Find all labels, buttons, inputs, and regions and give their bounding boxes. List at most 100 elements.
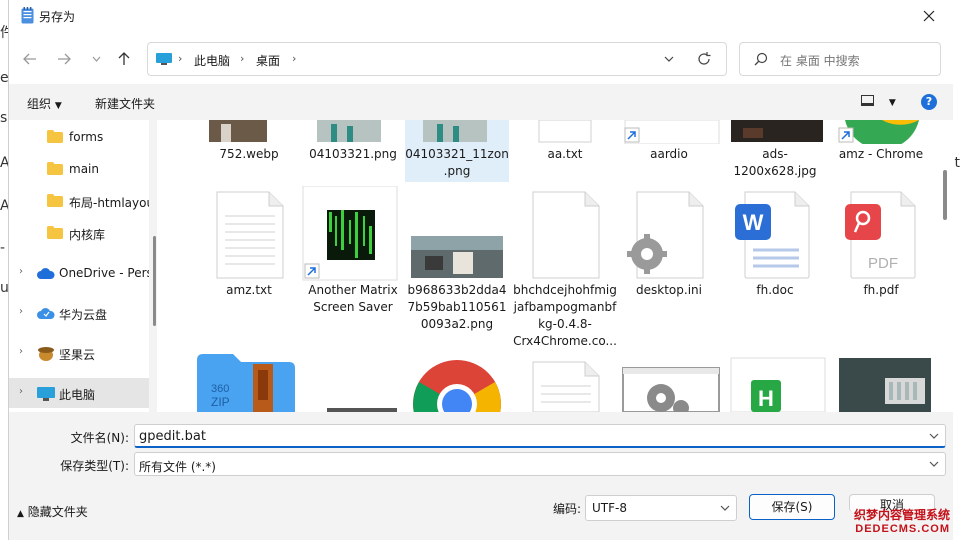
chevron-right-icon[interactable]: › [19, 386, 23, 397]
file-item[interactable]: b968633b2dda47b59bab1105610093a2.png [405, 190, 509, 340]
save-button[interactable]: 保存(S) [749, 494, 835, 520]
file-name: aa.txt [547, 147, 583, 161]
chevron-down-icon[interactable] [929, 433, 939, 439]
chevron-down-icon [929, 461, 939, 467]
command-bar: 组织 ▼ 新建文件夹 ▼ ? [9, 84, 953, 120]
filename-field[interactable]: gpedit.bat [134, 424, 946, 448]
svg-text:ZIP: ZIP [211, 395, 230, 409]
folder-icon [47, 162, 63, 175]
sidebar-item-huawei-cloud[interactable]: › 华为云盘 [9, 298, 149, 328]
encoding-select[interactable]: UTF-8 [585, 495, 737, 521]
svg-text:360: 360 [211, 383, 229, 395]
sidebar-item-main[interactable]: main [9, 154, 149, 184]
encoding-value: UTF-8 [592, 501, 627, 515]
file-item[interactable]: ads-1200x628.jpg [723, 120, 827, 182]
settings-window-icon [622, 367, 720, 412]
image-thumbnail [317, 120, 381, 142]
sidebar-item-layout[interactable]: 布局-htmlayou [9, 186, 149, 216]
sidebar-item-label: OneDrive - Pers [59, 266, 149, 280]
breadcrumb-desktop[interactable]: 桌面 [256, 52, 280, 69]
html-file-icon: H [730, 357, 826, 412]
file-item[interactable]: W fh.doc [723, 190, 827, 310]
pc-icon [156, 53, 172, 65]
file-item[interactable]: bhchdcejhohfmigjafbampogmanbfkg-0.4.8-Cr… [513, 190, 617, 350]
search-box[interactable]: 在 桌面 中搜索 [739, 42, 941, 76]
sidebar-item-this-pc[interactable]: › 此电脑 [9, 378, 149, 408]
file-item[interactable] [301, 352, 405, 412]
cloud-icon [37, 268, 55, 279]
file-name: 752.webp [219, 147, 279, 161]
file-item[interactable]: 360 ZIP [197, 352, 301, 412]
hide-folders-toggle[interactable]: ▲ 隐藏文件夹 [17, 503, 88, 520]
chevron-right-icon: › [240, 52, 245, 65]
file-item[interactable]: amz.txt [197, 190, 301, 310]
file-item[interactable]: amz - Chrome [829, 120, 933, 170]
sidebar-item-label: 布局-htmlayou [69, 196, 149, 210]
file-name: amz - Chrome [838, 147, 924, 161]
text-file-icon [538, 120, 592, 143]
file-item[interactable]: PDF fh.pdf [829, 190, 933, 310]
file-item[interactable]: 04103321_11zon.png [405, 120, 509, 182]
file-item[interactable]: H [723, 352, 827, 412]
sidebar-item-label: 华为云盘 [59, 308, 108, 322]
sidebar-item-label: 内核库 [69, 228, 106, 242]
text-file-icon [216, 191, 284, 279]
arrow-right-icon [58, 53, 71, 65]
file-item[interactable]: desktop.ini [617, 190, 721, 310]
file-item[interactable]: Another Matrix Screen Saver [301, 186, 405, 316]
sidebar-item-forms[interactable]: forms [9, 122, 149, 152]
organize-button[interactable]: 组织 ▼ [27, 95, 62, 112]
chevron-right-icon[interactable]: › [19, 306, 23, 317]
organize-label: 组织 [27, 97, 52, 111]
file-list-scrollbar[interactable] [943, 170, 947, 220]
view-layout-icon [861, 95, 874, 106]
file-item[interactable] [829, 352, 933, 412]
image-thumbnail [209, 120, 267, 142]
file-name: bhchdcejhohfmigjafbampogmanbfkg-0.4.8-Cr… [513, 283, 617, 348]
chevron-down-icon[interactable] [664, 52, 674, 66]
close-button[interactable] [909, 2, 949, 30]
file-item[interactable] [617, 352, 721, 412]
back-button[interactable] [17, 46, 43, 72]
breadcrumb-this-pc[interactable]: 此电脑 [194, 52, 230, 69]
folder-icon [47, 194, 63, 207]
filename-input[interactable]: gpedit.bat [139, 429, 206, 444]
folder-icon [47, 226, 63, 239]
sidebar-item-label: forms [69, 130, 104, 144]
search-input[interactable]: 在 桌面 中搜索 [780, 52, 860, 69]
chevron-right-icon[interactable]: › [19, 266, 23, 277]
save-as-dialog: 另存为 › 此电脑 › 桌面 › 在 桌面 中搜索 组织 ▼ 新建文件夹 ▼ ?… [8, 0, 953, 540]
filetype-label: 保存类型(T): [60, 459, 129, 473]
view-options-button[interactable]: ▼ [861, 95, 896, 110]
file-item[interactable]: aa.txt [513, 120, 617, 170]
recent-locations-button[interactable] [83, 46, 109, 72]
sidebar-item-kernel-lib[interactable]: 内核库 [9, 218, 149, 248]
image-thumbnail [731, 120, 823, 142]
chevron-right-icon[interactable]: › [19, 346, 23, 357]
file-item[interactable] [513, 352, 617, 412]
sidebar-scrollbar[interactable] [153, 236, 156, 326]
sidebar-item-nut-cloud[interactable]: › 坚果云 [9, 338, 149, 368]
forward-button[interactable] [51, 46, 77, 72]
chevron-right-icon: › [292, 52, 297, 65]
navigation-bar: › 此电脑 › 桌面 › 在 桌面 中搜索 [9, 32, 953, 84]
up-button[interactable] [111, 46, 137, 72]
help-button[interactable]: ? [921, 94, 937, 110]
refresh-icon[interactable] [696, 51, 712, 67]
address-bar[interactable]: › 此电脑 › 桌面 › [147, 42, 727, 76]
pdf-document-icon: PDF [845, 191, 916, 279]
search-icon [754, 52, 768, 66]
dialog-footer: ▲ 隐藏文件夹 编码: UTF-8 保存(S) 取消 [9, 492, 953, 540]
navigation-pane: forms main 布局-htmlayou 内核库 › OneDrive - … [9, 120, 149, 412]
file-item[interactable]: 752.webp [197, 120, 301, 170]
chevron-right-icon: › [178, 52, 183, 65]
new-folder-button[interactable]: 新建文件夹 [95, 95, 155, 112]
file-item[interactable]: 04103321.png [301, 120, 405, 170]
file-item[interactable]: aardio [617, 120, 721, 170]
file-item[interactable] [405, 352, 509, 412]
watermark-line2: DEDECMS.COM [855, 523, 950, 535]
image-thumbnail [423, 120, 487, 142]
sidebar-item-onedrive[interactable]: › OneDrive - Pers [9, 258, 149, 288]
filetype-select[interactable]: 所有文件 (*.*) [134, 452, 946, 476]
file-name: 04103321.png [309, 147, 397, 161]
